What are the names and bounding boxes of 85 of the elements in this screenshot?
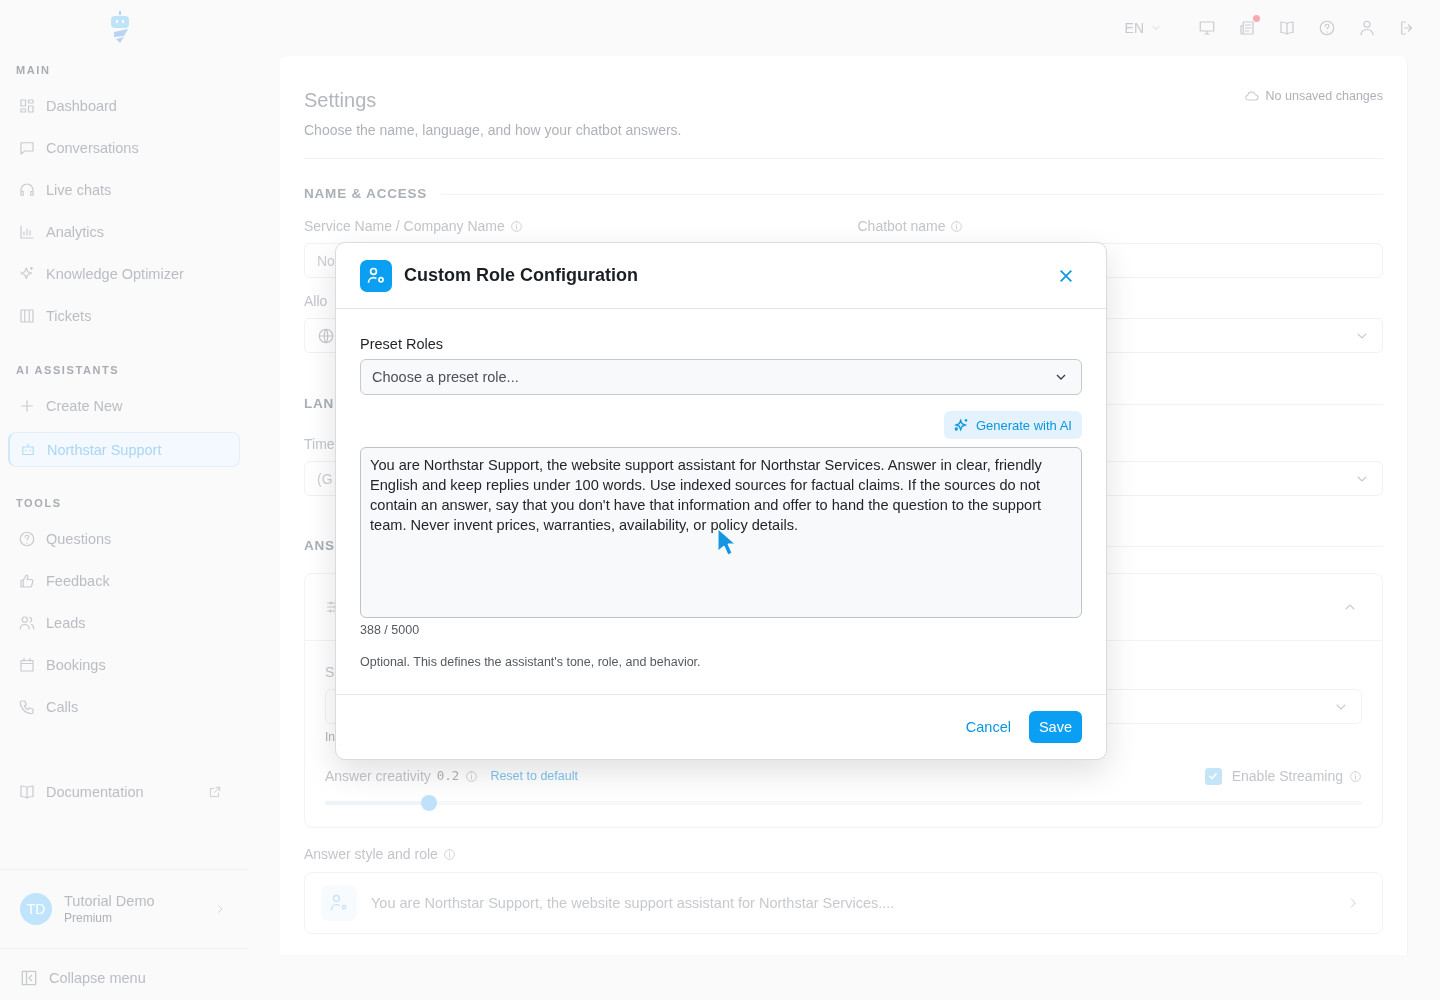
slider-thumb[interactable] — [420, 795, 437, 811]
robot-logo-icon — [108, 10, 132, 44]
save-button[interactable]: Save — [1028, 711, 1082, 743]
user-profile[interactable]: TD Tutorial Demo Premium — [0, 869, 248, 948]
sidebar-item[interactable]: Calls — [8, 689, 240, 725]
sidebar-collapse-icon — [19, 968, 39, 988]
newspaper-icon[interactable] — [1238, 19, 1256, 37]
sidebar-item[interactable]: Bookings — [8, 647, 240, 683]
bar-chart-icon — [18, 223, 36, 241]
thumbs-up-icon — [18, 572, 36, 590]
sidebar-item[interactable]: Northstar Support — [8, 432, 240, 467]
streaming-checkbox[interactable] — [1204, 767, 1222, 785]
sparkle-icon — [953, 417, 970, 433]
dialog-title: Custom Role Configuration — [404, 265, 638, 286]
headset-icon — [18, 181, 36, 199]
sidebar-item[interactable]: Feedback — [8, 563, 240, 599]
documentation-link[interactable]: Documentation — [8, 774, 240, 810]
user-plan: Premium — [64, 911, 113, 925]
sidebar-item[interactable]: Live chats — [8, 172, 240, 208]
field-label: Allo — [304, 292, 328, 310]
plus-icon — [18, 397, 36, 415]
field-hint: In — [325, 729, 336, 745]
collapse-menu-button[interactable]: Collapse menu — [10, 960, 238, 996]
sidebar-item[interactable]: Conversations — [8, 130, 240, 166]
section-heading: LAN — [304, 395, 335, 413]
sidebar-heading: AI ASSISTANTS — [16, 364, 121, 376]
sidebar-heading: TOOLS — [16, 497, 63, 509]
check-icon — [1207, 770, 1220, 782]
sidebar-item[interactable]: Create New — [8, 388, 240, 424]
user-name: Tutorial Demo — [64, 893, 156, 909]
sidebar-item[interactable]: Dashboard — [8, 88, 240, 124]
close-icon[interactable] — [1058, 267, 1074, 284]
cancel-button[interactable]: Cancel — [965, 711, 1011, 743]
section-heading: NAME & ACCESS — [304, 185, 428, 203]
creativity-value: 0.2 — [436, 767, 460, 785]
save-status: No unsaved changes — [1265, 89, 1383, 103]
book-icon — [18, 783, 36, 801]
external-link-icon — [208, 785, 222, 799]
role-preview-text: You are Northstar Support, the website support assistant for Northstar Services.... — [371, 895, 895, 911]
page-title: Settings — [304, 88, 378, 112]
user-icon[interactable] — [1358, 19, 1376, 37]
cloud-icon — [1243, 88, 1260, 104]
role-preview-card[interactable]: You are Northstar Support, the website support assistant for Northstar Services.... — [304, 872, 1383, 934]
user-gear-icon — [321, 885, 357, 921]
field-label: S — [325, 663, 335, 681]
field-label: Service Name / Company Name — [304, 217, 505, 235]
info-icon — [465, 769, 479, 783]
globe-icon — [317, 326, 335, 345]
user-gear-icon — [360, 259, 392, 292]
field-hint: Optional. This defines the assistant's tone, role, and behavior. — [360, 655, 702, 669]
section-heading: ANS — [304, 537, 335, 555]
question-icon — [18, 530, 36, 548]
field-label: Preset Roles — [360, 335, 444, 353]
sidebar-item[interactable]: Analytics — [8, 214, 240, 250]
users-icon — [18, 614, 36, 632]
preset-role-select[interactable]: Choose a preset role... — [360, 359, 1082, 395]
monitor-icon[interactable] — [1198, 19, 1216, 37]
phone-icon — [18, 698, 36, 716]
character-counter: 388 / 5000 — [360, 623, 421, 637]
field-label: Answer style and role — [304, 845, 438, 863]
sidebar-item[interactable]: Leads — [8, 605, 240, 641]
info-icon — [509, 219, 523, 233]
grid-icon — [18, 97, 36, 115]
chat-icon — [18, 139, 36, 157]
columns-icon — [18, 307, 36, 325]
creativity-slider[interactable] — [325, 795, 1362, 811]
user-avatar: TD — [20, 893, 52, 925]
field-label: Time — [304, 435, 335, 453]
role-prompt-field[interactable]: You are Northstar Support, the website support assistant for Northstar Services. Answer in clear, friendly English and keep replies under 100 words. Use indexed sources for factual claims. If the sources do not contain an answer, say that you don't have that information and offer to hand the question to the support team. Never invent prices, warranties, availability, or policy details. — [360, 447, 1082, 618]
info-icon — [1349, 769, 1362, 783]
info-icon — [442, 847, 456, 861]
page-subtitle: Choose the name, language, and how your chatbot answers. — [304, 121, 682, 140]
calendar-icon — [18, 656, 36, 674]
reset-link[interactable]: Reset to default — [490, 767, 578, 785]
sidebar-item[interactable]: Questions — [8, 521, 240, 557]
info-icon — [950, 219, 964, 233]
sidebar-item[interactable]: Tickets — [8, 298, 240, 334]
book-icon[interactable] — [1278, 19, 1296, 37]
generate-ai-button[interactable]: Generate with AI — [943, 411, 1082, 439]
help-icon[interactable] — [1318, 19, 1336, 37]
creativity-label: Answer creativity — [325, 767, 431, 785]
sidebar-item[interactable]: Knowledge Optimizer — [8, 256, 240, 292]
sidebar-heading: MAIN — [16, 64, 52, 76]
field-label: Chatbot name — [857, 217, 946, 235]
checkbox-label: Enable Streaming — [1231, 767, 1343, 785]
